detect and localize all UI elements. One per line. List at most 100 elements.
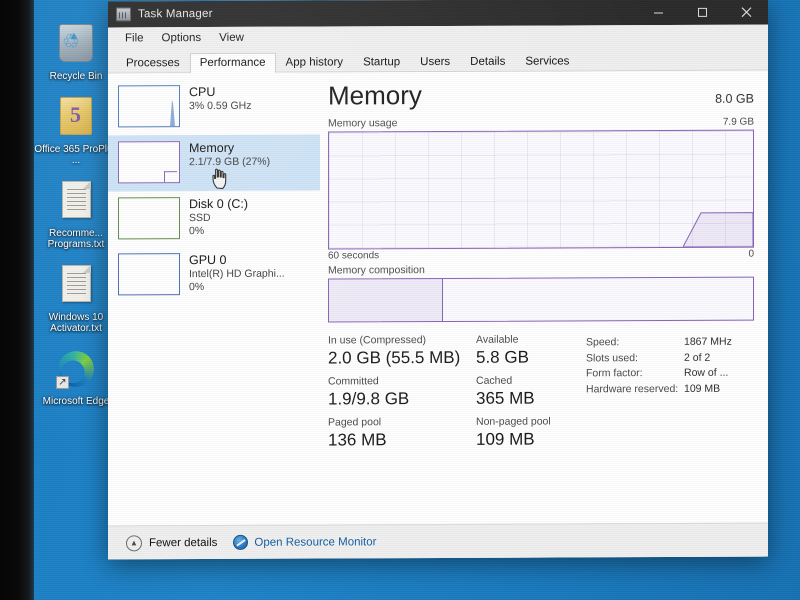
memory-header: Memory 8.0 GB	[328, 79, 754, 111]
stat-value: 2.0 GB (55.5 MB)	[328, 347, 461, 368]
sidebar-item-sub: 3% 0.59 GHz	[189, 99, 252, 113]
screen: Recycle Bin Office 365 ProPlus ... Recom…	[0, 0, 800, 600]
disk-thumbnail-graph	[118, 197, 180, 240]
memory-specs: Speed: 1867 MHz Slots used: 2 of 2 Form …	[586, 333, 772, 457]
tab-processes[interactable]: Processes	[116, 53, 190, 73]
tab-details[interactable]: Details	[460, 52, 515, 72]
tab-users[interactable]: Users	[410, 52, 460, 72]
sidebar-item-disk-0[interactable]: Disk 0 (C:) SSD 0%	[108, 191, 320, 248]
tab-performance[interactable]: Performance	[189, 52, 276, 74]
tab-app-history[interactable]: App history	[276, 52, 354, 72]
tab-startup[interactable]: Startup	[353, 52, 410, 72]
stat-cached: Cached 365 MB	[476, 374, 586, 408]
sidebar-item-gpu-0[interactable]: GPU 0 Intel(R) HD Graphi... 0%	[108, 247, 320, 304]
memory-composition-label: Memory composition	[328, 264, 425, 277]
stat-value: 109 MB	[476, 429, 535, 449]
tab-services[interactable]: Services	[515, 51, 579, 71]
sidebar-item-cpu[interactable]: CPU 3% 0.59 GHz	[108, 79, 320, 136]
resource-monitor-icon	[233, 534, 249, 550]
stat-value: 1.9/9.8 GB	[328, 389, 410, 409]
stat-value: 365 MB	[476, 388, 535, 408]
spec-key: Slots used:	[586, 351, 638, 364]
axis-label-left: 60 seconds	[328, 250, 380, 262]
close-button[interactable]	[724, 0, 768, 25]
chevron-up-icon: ▲	[126, 534, 142, 551]
menu-item-view[interactable]: View	[210, 30, 253, 46]
sidebar-item-sub: 2.1/7.9 GB (27%)	[189, 155, 271, 169]
memory-usage-max: 7.9 GB	[722, 116, 754, 128]
stat-value: 5.8 GB	[476, 347, 529, 367]
axis-label-right: 0	[748, 248, 754, 260]
composition-in-use-segment	[329, 278, 444, 322]
memory-stats-left: In use (Compressed) 2.0 GB (55.5 MB) Ava…	[328, 333, 586, 457]
menu-item-options[interactable]: Options	[153, 30, 211, 46]
photo-bezel	[0, 0, 34, 600]
sidebar-item-sub: Intel(R) HD Graphi...	[189, 267, 285, 281]
spec-form-factor: Form factor: Row of ...	[586, 366, 772, 382]
performance-body: CPU 3% 0.59 GHz Memory 2.1/7.9 GB (27%) …	[108, 70, 768, 526]
page-title: Memory	[328, 80, 422, 111]
office-365-icon	[53, 96, 99, 141]
shortcut-arrow-icon: ↗	[56, 375, 69, 389]
stat-non-paged-pool: Non-paged pool 109 MB	[476, 415, 586, 449]
stats-row: In use (Compressed) 2.0 GB (55.5 MB) Ava…	[328, 333, 586, 368]
text-file-icon	[53, 264, 99, 309]
stat-key: Non-paged pool	[476, 415, 551, 428]
microsoft-edge-icon: ↗	[53, 349, 99, 393]
stat-key: Available	[476, 333, 519, 346]
stat-available: Available 5.8 GB	[476, 333, 586, 367]
text-file-icon	[53, 180, 99, 225]
sidebar-item-title: CPU	[189, 84, 216, 100]
tab-strip: Processes Performance App history Startu…	[108, 46, 768, 74]
spec-value: 1867 MHz	[684, 335, 732, 348]
stat-key: Cached	[476, 374, 513, 387]
minimize-button[interactable]	[636, 0, 680, 25]
stats-row: Committed 1.9/9.8 GB Cached 365 MB	[328, 374, 586, 409]
spec-value: 109 MB	[684, 382, 721, 395]
resource-sidebar: CPU 3% 0.59 GHz Memory 2.1/7.9 GB (27%) …	[108, 72, 320, 526]
memory-graph-axis: 60 seconds 0	[328, 249, 754, 262]
sidebar-item-title: Memory	[189, 140, 235, 156]
cpu-thumbnail-graph	[118, 85, 180, 128]
open-resource-monitor-link[interactable]: Open Resource Monitor	[233, 534, 376, 550]
memory-composition-bar[interactable]	[328, 276, 754, 323]
menu-bar: File Options View	[108, 24, 768, 50]
spec-value: 2 of 2	[684, 351, 711, 364]
stat-key: In use (Compressed)	[328, 334, 427, 347]
spec-hardware-reserved: Hardware reserved: 109 MB	[586, 381, 772, 397]
stats-row: Paged pool 136 MB Non-paged pool 109 MB	[328, 415, 586, 450]
memory-usage-label: Memory usage	[328, 117, 398, 130]
task-manager-icon	[116, 7, 131, 22]
stat-value: 136 MB	[328, 430, 387, 450]
stat-committed: Committed 1.9/9.8 GB	[328, 375, 476, 410]
menu-item-file[interactable]: File	[116, 30, 153, 46]
stat-key: Committed	[328, 375, 379, 388]
maximize-button[interactable]	[680, 0, 724, 25]
spec-value: Row of ...	[684, 366, 729, 379]
title-bar[interactable]: Task Manager	[108, 0, 768, 28]
recycle-bin-icon	[53, 24, 99, 68]
sidebar-item-title: GPU 0	[189, 252, 227, 268]
stat-in-use: In use (Compressed) 2.0 GB (55.5 MB)	[328, 334, 476, 369]
sidebar-item-title: Disk 0 (C:)	[189, 196, 249, 212]
sidebar-item-sub2: 0%	[189, 225, 205, 238]
fewer-details-button[interactable]: ▲ Fewer details	[126, 534, 218, 551]
memory-total: 8.0 GB	[715, 91, 754, 106]
memory-usage-trace	[683, 212, 753, 247]
memory-usage-labels: Memory usage 7.9 GB	[328, 116, 754, 130]
sidebar-item-memory[interactable]: Memory 2.1/7.9 GB (27%)	[108, 134, 320, 192]
gpu-thumbnail-graph	[118, 253, 180, 296]
spec-key: Form factor:	[586, 367, 643, 380]
memory-detail-panel: Memory 8.0 GB Memory usage 7.9 GB 60 sec…	[320, 71, 768, 525]
spec-slots-used: Slots used: 2 of 2	[586, 350, 772, 366]
stat-key: Paged pool	[328, 416, 382, 429]
sidebar-item-sub2: 0%	[189, 281, 205, 294]
window-title: Task Manager	[138, 7, 213, 21]
stat-paged-pool: Paged pool 136 MB	[328, 416, 476, 451]
fewer-details-label: Fewer details	[149, 536, 218, 549]
spec-speed: Speed: 1867 MHz	[586, 335, 772, 351]
memory-usage-graph[interactable]	[328, 129, 754, 250]
task-manager-window: Task Manager File Options View Processes…	[108, 0, 768, 560]
spec-key: Speed:	[586, 336, 620, 349]
sidebar-item-sub: SSD	[189, 211, 211, 225]
